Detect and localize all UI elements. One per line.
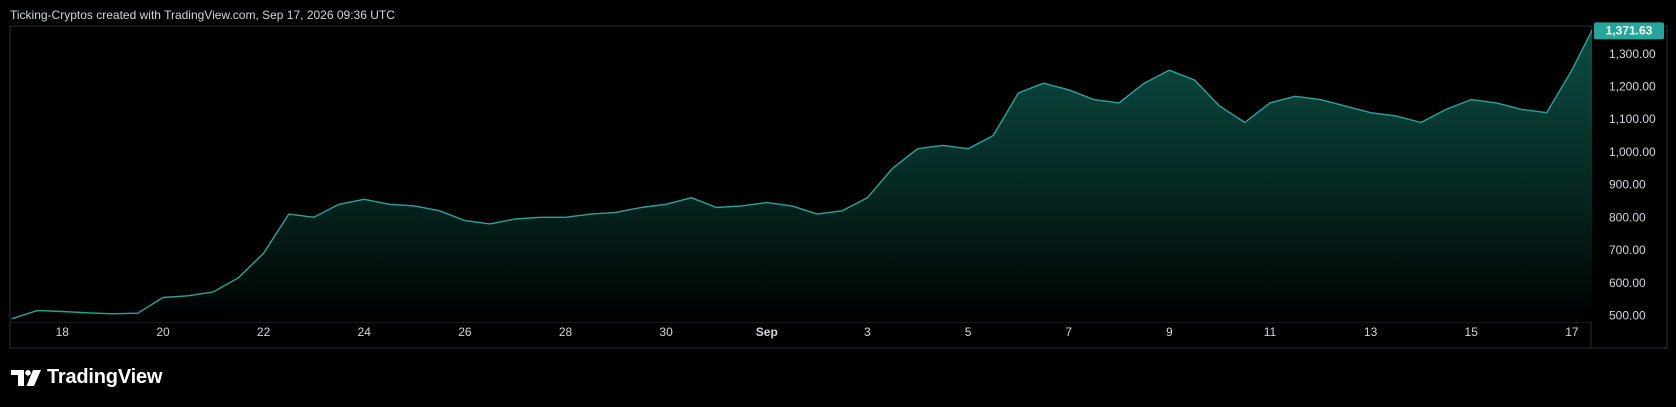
price-area-fill	[12, 30, 1592, 323]
tradingview-logo: TradingView	[11, 366, 162, 389]
last-price-label: 1,371.63	[1606, 23, 1653, 37]
y-tick-label: 800.00	[1609, 210, 1646, 224]
x-tick-label: 9	[1166, 325, 1173, 339]
y-tick-label: 1,000.00	[1609, 145, 1656, 159]
x-tick-label: 15	[1465, 325, 1479, 339]
x-tick-label: 30	[659, 325, 673, 339]
y-tick-label: 700.00	[1609, 243, 1646, 257]
y-tick-label: 1,300.00	[1609, 47, 1656, 61]
x-tick-label: 22	[257, 325, 271, 339]
tradingview-logo-icon	[11, 369, 41, 386]
last-price-marker: 1,371.63	[1591, 22, 1664, 40]
y-tick-label: 600.00	[1609, 276, 1646, 290]
x-tick-label: 13	[1364, 325, 1378, 339]
price-chart[interactable]: 500.00 600.00 700.00 800.00 900.00 1,000.00 1,…	[0, 0, 1676, 407]
time-axis[interactable]: 18 20 22 24 26 28 30 Sep 3 5 7 9 11 13 15 17	[56, 325, 1579, 339]
x-tick-label: 5	[965, 325, 972, 339]
y-tick-label: 1,200.00	[1609, 80, 1656, 94]
y-tick-label: 900.00	[1609, 178, 1646, 192]
x-tick-label: 17	[1565, 325, 1579, 339]
x-tick-label: Sep	[756, 325, 778, 339]
x-tick-label: 11	[1264, 325, 1277, 339]
x-tick-label: 26	[458, 325, 472, 339]
x-tick-label: 28	[559, 325, 573, 339]
tradingview-logo-text: TradingView	[47, 366, 163, 388]
x-tick-label: 3	[864, 325, 871, 339]
y-tick-label: 500.00	[1609, 309, 1646, 323]
x-tick-label: 18	[56, 325, 70, 339]
x-tick-label: 24	[358, 325, 372, 339]
y-tick-label: 1,100.00	[1609, 112, 1656, 126]
x-tick-label: 20	[156, 325, 170, 339]
x-tick-label: 7	[1065, 325, 1072, 339]
price-axis[interactable]: 500.00 600.00 700.00 800.00 900.00 1,000.00 1,…	[1609, 47, 1656, 323]
